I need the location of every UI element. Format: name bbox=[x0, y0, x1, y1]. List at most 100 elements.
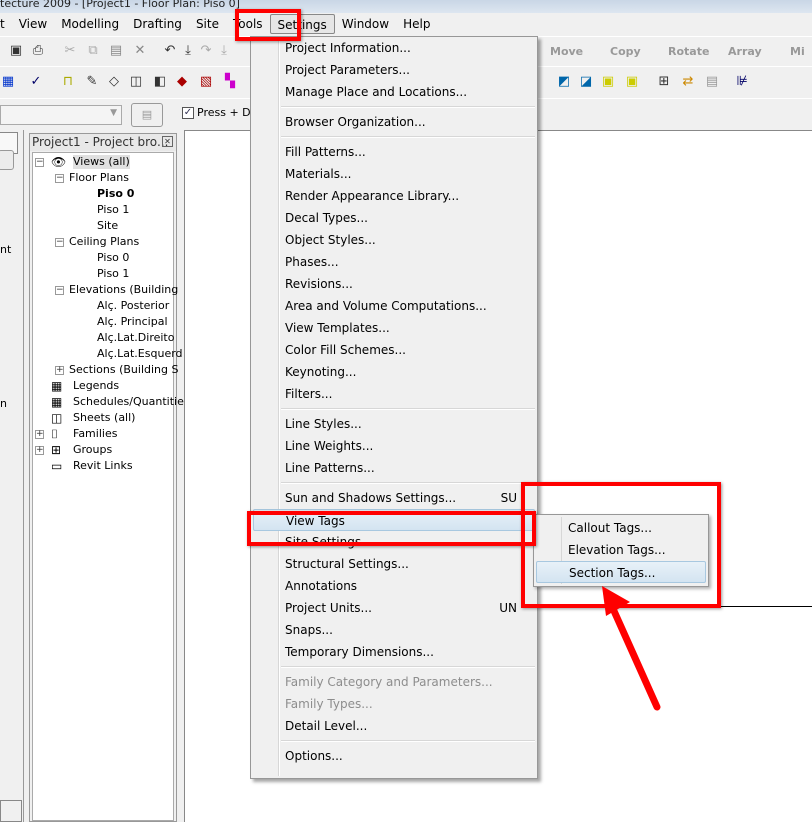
menu-item-line-patterns[interactable]: Line Patterns... bbox=[251, 457, 537, 479]
menu-item-view-templates[interactable]: View Templates... bbox=[251, 317, 537, 339]
menu-item-decal-types[interactable]: Decal Types... bbox=[251, 207, 537, 229]
spellcheck-icon[interactable]: ✓ bbox=[28, 74, 44, 90]
tag-icon[interactable]: ◇ bbox=[106, 74, 122, 90]
menu-item-object-styles[interactable]: Object Styles... bbox=[251, 229, 537, 251]
expand-icon[interactable]: + bbox=[55, 366, 64, 375]
menu-view[interactable]: View bbox=[12, 14, 54, 34]
split-icon[interactable]: ▣ bbox=[600, 74, 616, 90]
menu-item-structural-settings[interactable]: Structural Settings... bbox=[251, 553, 537, 575]
copy-icon[interactable]: ⧉ bbox=[85, 43, 101, 59]
tree-item-piso-0[interactable]: Piso 0 bbox=[97, 251, 129, 265]
menu-tools-partial[interactable]: t bbox=[0, 14, 12, 34]
press-drag-checkbox[interactable]: ✓ bbox=[182, 107, 194, 119]
tree-item-floor-plans[interactable]: Floor Plans bbox=[69, 171, 129, 185]
menu-help[interactable]: Help bbox=[396, 14, 437, 34]
menu-item-project-parameters[interactable]: Project Parameters... bbox=[251, 59, 537, 81]
menu-item-line-styles[interactable]: Line Styles... bbox=[251, 413, 537, 435]
menu-item-snaps[interactable]: Snaps... bbox=[251, 619, 537, 641]
menu-item-line-weights[interactable]: Line Weights... bbox=[251, 435, 537, 457]
window-icon[interactable]: ◧ bbox=[152, 74, 168, 90]
redo-list-icon[interactable]: ⤓ bbox=[216, 43, 232, 59]
tree-item-al-posterior[interactable]: Alç. Posterior bbox=[97, 299, 169, 313]
tree-item-al-lat-esquerd[interactable]: Alç.Lat.Esquerd bbox=[97, 347, 183, 361]
design-bar-footer[interactable] bbox=[0, 800, 22, 822]
pin-icon[interactable]: ⊞ bbox=[656, 74, 672, 90]
properties-icon[interactable]: ▤ bbox=[131, 103, 163, 127]
tree-item-piso-1[interactable]: Piso 1 bbox=[97, 267, 129, 281]
save-icon[interactable]: ▣ bbox=[8, 43, 24, 59]
menu-item-sun-and-shadows-settings[interactable]: Sun and Shadows Settings... SU bbox=[251, 487, 537, 509]
menu-item-render-appearance-library[interactable]: Render Appearance Library... bbox=[251, 185, 537, 207]
menu-item-fill-patterns[interactable]: Fill Patterns... bbox=[251, 141, 537, 163]
undo-list-icon[interactable]: ⤓ bbox=[180, 43, 196, 59]
print-icon[interactable]: ⎙ bbox=[30, 43, 46, 59]
door-icon[interactable]: ◫ bbox=[128, 74, 144, 90]
menu-item-revisions[interactable]: Revisions... bbox=[251, 273, 537, 295]
trim-icon[interactable]: ▣ bbox=[624, 74, 640, 90]
paste-icon[interactable]: ▤ bbox=[108, 43, 124, 59]
array-tool[interactable]: Array bbox=[728, 45, 762, 58]
menu-item-materials[interactable]: Materials... bbox=[251, 163, 537, 185]
menu-item-family-category-and-parameters[interactable]: Family Category and Parameters... bbox=[251, 671, 537, 693]
tree-item-elevations-building[interactable]: Elevations (Building bbox=[69, 283, 178, 297]
offset-icon[interactable]: ◪ bbox=[578, 74, 594, 90]
copy-tool[interactable]: Copy bbox=[610, 45, 641, 58]
type-selector[interactable]: ▼ bbox=[0, 105, 122, 125]
unpin-icon[interactable]: ⇄ bbox=[680, 74, 696, 90]
tree-item-piso-1[interactable]: Piso 1 bbox=[97, 203, 129, 217]
collapse-icon[interactable]: − bbox=[55, 286, 64, 295]
menu-drafting[interactable]: Drafting bbox=[126, 14, 189, 34]
group-icon[interactable]: ▤ bbox=[704, 74, 720, 90]
grid-icon[interactable]: ▦ bbox=[0, 74, 16, 90]
tree-item-sections-building-s[interactable]: Sections (Building S bbox=[69, 363, 179, 377]
tree-item-schedules-quantitie[interactable]: Schedules/Quantitie bbox=[73, 395, 184, 409]
linework-icon[interactable]: ▚ bbox=[222, 74, 238, 90]
align-icon[interactable]: ◩ bbox=[556, 74, 572, 90]
mirror-tool[interactable]: Mi bbox=[790, 45, 805, 58]
expand-icon[interactable]: + bbox=[35, 446, 44, 455]
close-icon[interactable]: ✕ bbox=[162, 136, 173, 147]
menu-item-project-units[interactable]: Project Units... UN bbox=[251, 597, 537, 619]
menu-item-temporary-dimensions[interactable]: Temporary Dimensions... bbox=[251, 641, 537, 663]
eyedropper-icon[interactable]: ✎ bbox=[84, 74, 100, 90]
menu-item-annotations[interactable]: Annotations bbox=[251, 575, 537, 597]
tree-item-sheets-all[interactable]: Sheets (all) bbox=[73, 411, 135, 425]
undo-icon[interactable]: ↶ bbox=[162, 43, 178, 59]
menu-item-options[interactable]: Options... bbox=[251, 745, 537, 767]
dimension-icon[interactable]: ⊯ bbox=[734, 74, 750, 90]
rotate-tool[interactable]: Rotate bbox=[668, 45, 709, 58]
menu-item-detail-level[interactable]: Detail Level... bbox=[251, 715, 537, 737]
tree-item-al-lat-direito[interactable]: Alç.Lat.Direito bbox=[97, 331, 174, 345]
collapse-icon[interactable]: − bbox=[55, 174, 64, 183]
delete-icon[interactable]: ✕ bbox=[132, 43, 148, 59]
menu-site[interactable]: Site bbox=[189, 14, 226, 34]
menu-item-family-types[interactable]: Family Types... bbox=[251, 693, 537, 715]
cut-icon[interactable]: ✂ bbox=[62, 43, 78, 59]
menu-item-filters[interactable]: Filters... bbox=[251, 383, 537, 405]
menu-item-area-and-volume-computations[interactable]: Area and Volume Computations... bbox=[251, 295, 537, 317]
menu-item-browser-organization[interactable]: Browser Organization... bbox=[251, 111, 537, 133]
split-face-icon[interactable]: ▧ bbox=[198, 74, 214, 90]
menu-item-manage-place-and-locations[interactable]: Manage Place and Locations... bbox=[251, 81, 537, 103]
menu-item-phases[interactable]: Phases... bbox=[251, 251, 537, 273]
design-bar-button[interactable] bbox=[0, 150, 14, 170]
tree-item-al-principal[interactable]: Alç. Principal bbox=[97, 315, 168, 329]
menu-modelling[interactable]: Modelling bbox=[54, 14, 126, 34]
menu-window[interactable]: Window bbox=[335, 14, 396, 34]
tree-item-groups[interactable]: Groups bbox=[73, 443, 112, 457]
expand-icon[interactable]: + bbox=[35, 430, 44, 439]
tree-item-site[interactable]: Site bbox=[97, 219, 118, 233]
tree-item-piso-0[interactable]: Piso 0 bbox=[97, 187, 134, 201]
tree-item-legends[interactable]: Legends bbox=[73, 379, 119, 393]
measure-icon[interactable]: ⊓ bbox=[60, 74, 76, 90]
collapse-icon[interactable]: − bbox=[35, 158, 44, 167]
tree-item-families[interactable]: Families bbox=[73, 427, 117, 441]
tree-item-views-all[interactable]: Views (all) bbox=[73, 155, 130, 169]
menu-item-color-fill-schemes[interactable]: Color Fill Schemes... bbox=[251, 339, 537, 361]
move-tool[interactable]: Move bbox=[550, 45, 583, 58]
menu-item-keynoting[interactable]: Keynoting... bbox=[251, 361, 537, 383]
collapse-icon[interactable]: − bbox=[55, 238, 64, 247]
tree-item-revit-links[interactable]: Revit Links bbox=[73, 459, 133, 473]
tree-item-ceiling-plans[interactable]: Ceiling Plans bbox=[69, 235, 139, 249]
paint-icon[interactable]: ◆ bbox=[174, 74, 190, 90]
